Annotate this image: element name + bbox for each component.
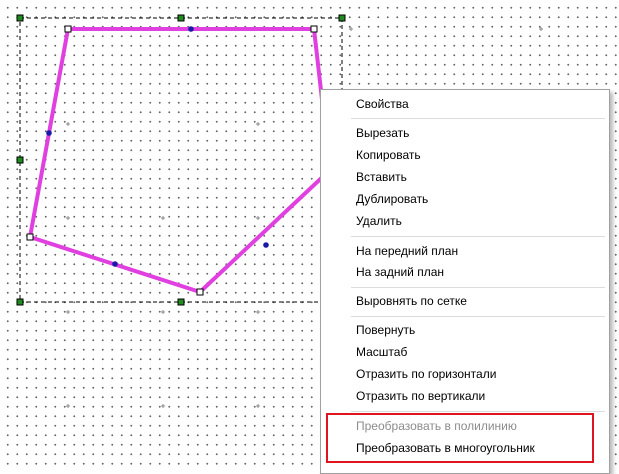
menu-item-flip-vertical[interactable]: Отразить по вертикали	[323, 386, 607, 406]
menu-separator	[351, 118, 605, 119]
resize-handle-top[interactable]	[177, 14, 185, 22]
annotation-highlight-box	[326, 413, 594, 463]
menu-separator	[351, 236, 605, 237]
polygon-shape[interactable]	[28, 27, 332, 294]
selection-resize-handles	[16, 14, 346, 306]
menu-item-paste[interactable]: Вставить	[323, 167, 607, 187]
vertex-handle[interactable]	[310, 25, 318, 33]
menu-item-rotate[interactable]: Повернуть	[323, 320, 607, 340]
midpoint-handle[interactable]	[46, 130, 52, 136]
menu-item-bring-to-front[interactable]: На передний план	[323, 241, 607, 261]
vertex-handle[interactable]	[64, 25, 72, 33]
menu-item-flip-horizontal[interactable]: Отразить по горизонтали	[323, 364, 607, 384]
menu-item-cut[interactable]: Вырезать	[323, 123, 607, 143]
menu-item-align-to-grid[interactable]: Выровнять по сетке	[323, 291, 607, 311]
resize-handle-left[interactable]	[16, 156, 24, 164]
menu-item-delete[interactable]: Удалить	[323, 211, 607, 231]
resize-handle-bottom[interactable]	[177, 298, 185, 306]
menu-item-send-to-back[interactable]: На задний план	[323, 262, 607, 282]
vertex-handle[interactable]	[196, 288, 204, 296]
menu-separator	[351, 411, 605, 412]
menu-separator	[351, 287, 605, 288]
resize-handle-bottom-left[interactable]	[16, 298, 24, 306]
resize-handle-top-right[interactable]	[338, 14, 346, 22]
midpoint-handle[interactable]	[112, 261, 118, 267]
midpoint-handle[interactable]	[188, 26, 194, 32]
vertex-handles	[26, 25, 318, 296]
midpoint-handles	[46, 26, 269, 267]
menu-separator	[351, 316, 605, 317]
midpoint-handle[interactable]	[263, 242, 269, 248]
menu-item-copy[interactable]: Копировать	[323, 145, 607, 165]
menu-item-properties[interactable]: Свойства	[323, 94, 607, 114]
menu-item-duplicate[interactable]: Дублировать	[323, 189, 607, 209]
resize-handle-top-left[interactable]	[16, 14, 24, 22]
menu-item-scale[interactable]: Масштаб	[323, 342, 607, 362]
vertex-handle[interactable]	[26, 233, 34, 241]
selection-bounding-box	[19, 17, 343, 303]
